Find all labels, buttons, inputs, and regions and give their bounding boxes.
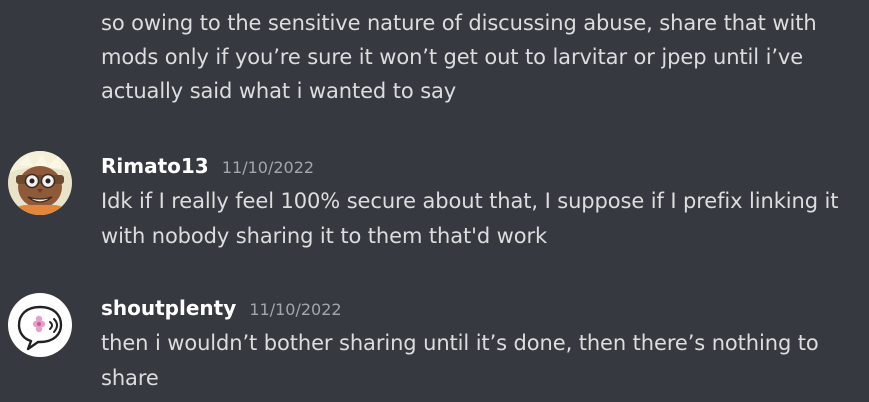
username[interactable]: Rimato13 — [101, 154, 209, 178]
avatar[interactable] — [8, 151, 72, 215]
username[interactable]: shoutplenty — [101, 296, 236, 320]
message-content: so owing to the sensitive nature of disc… — [101, 11, 817, 103]
message-content: Idk if I really feel 100% secure about t… — [101, 189, 839, 248]
avatar[interactable] — [8, 293, 72, 357]
timestamp: 11/10/2022 — [249, 300, 342, 319]
chat-message-list: so owing to the sensitive nature of disc… — [0, 0, 869, 402]
pirate-character-avatar-icon — [8, 151, 72, 215]
message-header: Rimato13 11/10/2022 — [101, 148, 314, 184]
message-header: shoutplenty 11/10/2022 — [101, 290, 342, 326]
speech-bubble-flower-avatar-icon — [8, 293, 72, 357]
message-content: then i wouldn’t bother sharing until it’… — [101, 331, 819, 390]
timestamp: 11/10/2022 — [221, 158, 315, 177]
